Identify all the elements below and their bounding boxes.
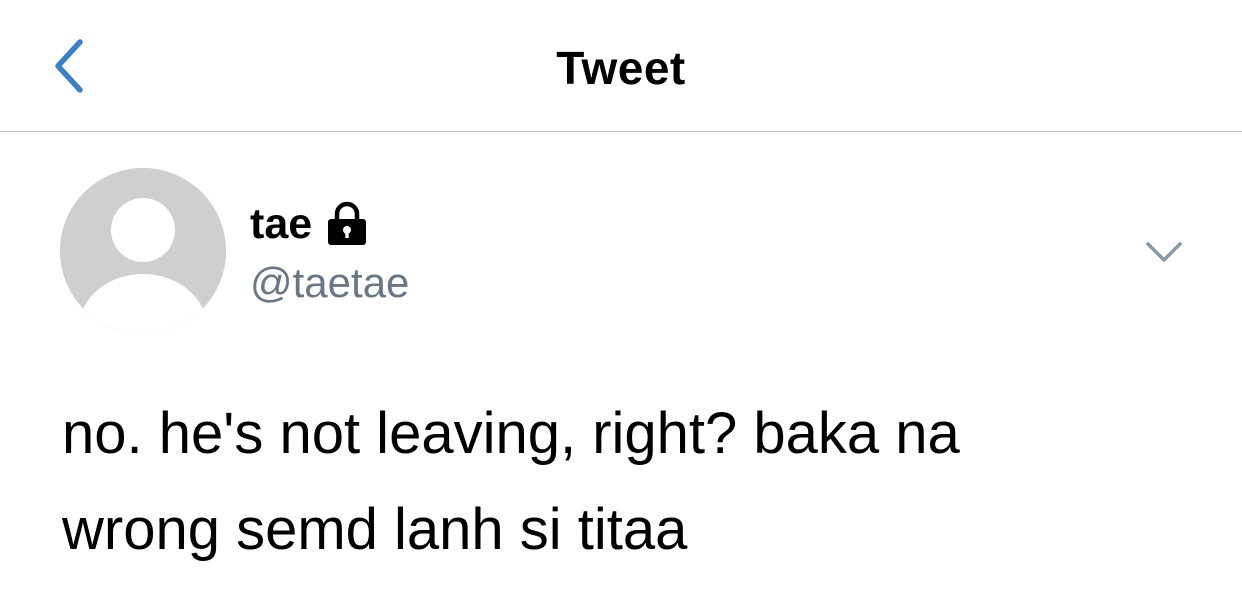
avatar[interactable] — [60, 168, 226, 334]
default-avatar-icon — [60, 168, 226, 334]
navigation-bar: Tweet — [0, 0, 1242, 132]
chevron-down-icon — [1146, 242, 1182, 262]
author-name-row: tae — [250, 198, 370, 250]
author-display-name[interactable]: tae — [250, 198, 312, 250]
author-handle[interactable]: @taetae — [250, 255, 409, 311]
tweet-text: no. he's not leaving, right? baka na wro… — [62, 401, 960, 562]
tweet-options-button[interactable] — [1140, 228, 1188, 276]
tweet-detail-screen: Tweet tae @taetae no. he's not leaving, … — [0, 0, 1242, 612]
lock-icon — [328, 201, 367, 245]
page-title: Tweet — [556, 42, 686, 94]
